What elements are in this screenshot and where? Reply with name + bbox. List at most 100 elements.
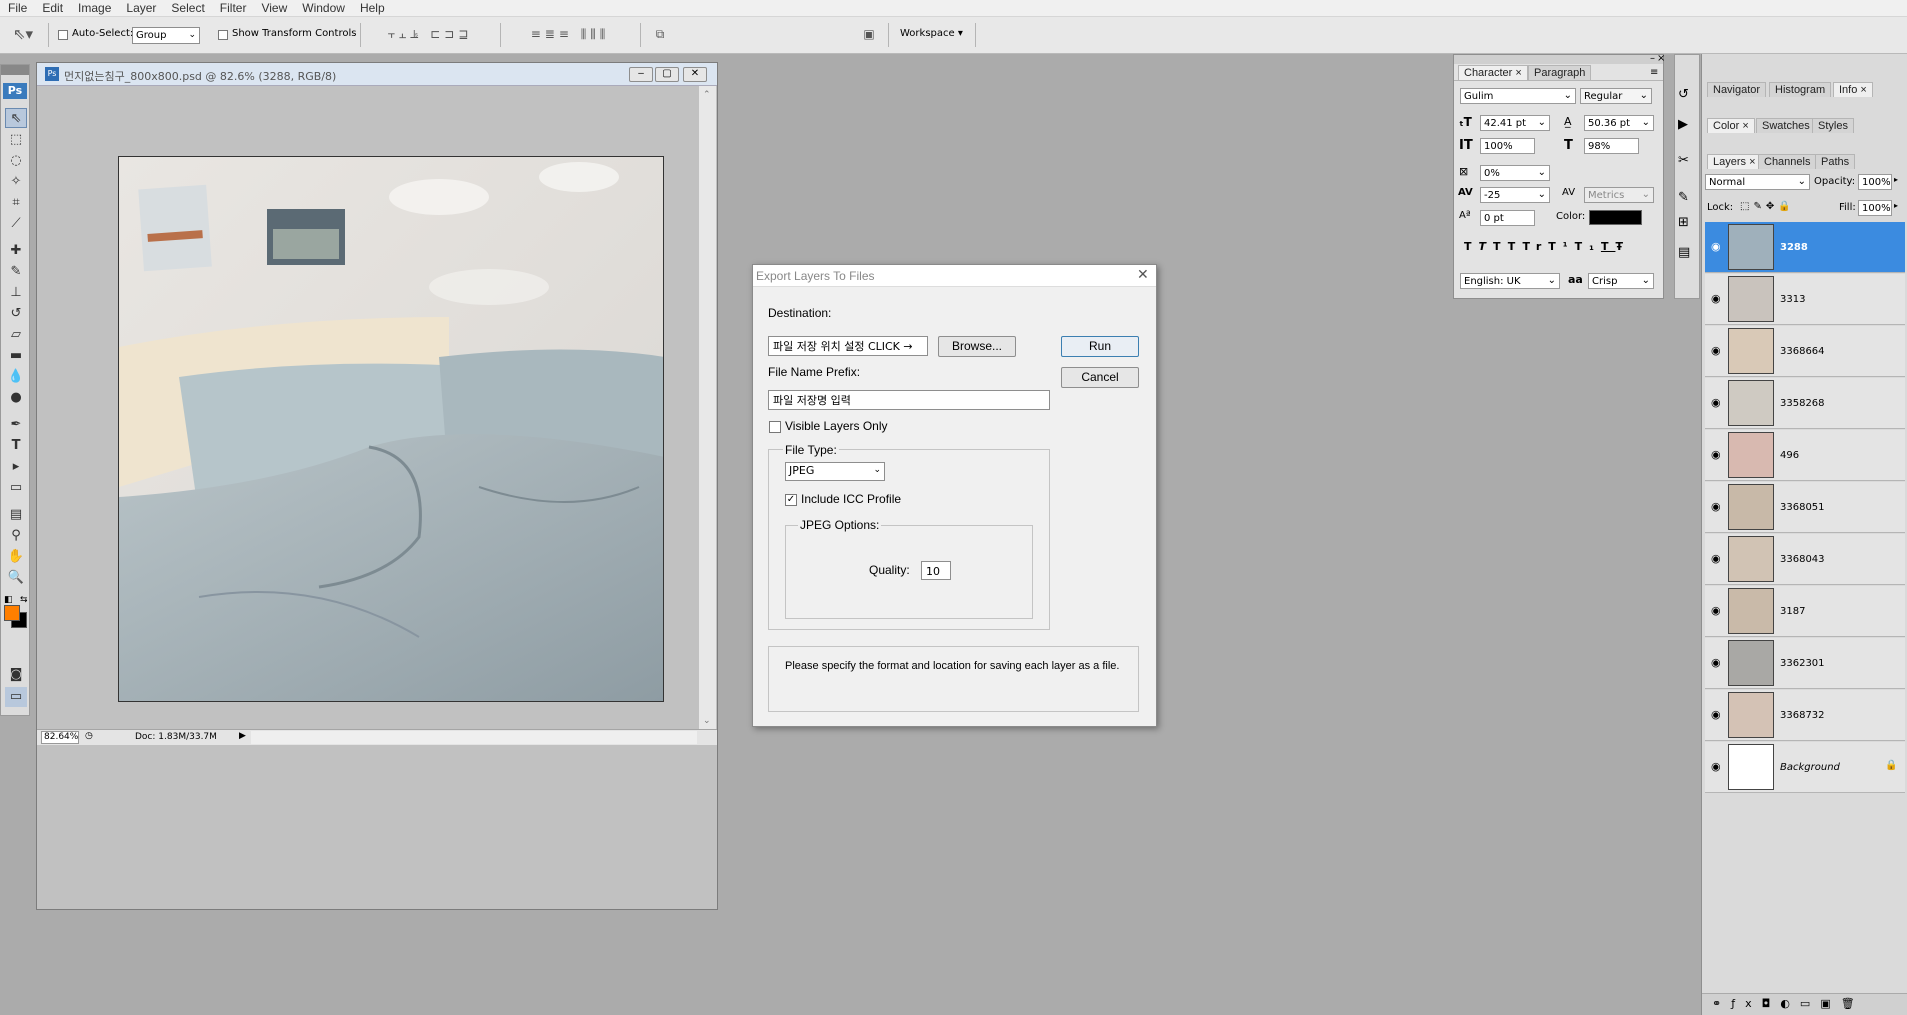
eye-icon[interactable]: ◉	[1711, 760, 1721, 773]
eye-icon[interactable]: ◉	[1711, 448, 1721, 461]
workspace-button[interactable]: Workspace ▾	[900, 28, 963, 39]
layer-row[interactable]: ◉ 3187	[1705, 586, 1905, 637]
menu-layer[interactable]: Layer	[118, 0, 163, 16]
eye-icon[interactable]: ◉	[1711, 604, 1721, 617]
magic-wand-icon[interactable]: ✧	[5, 172, 27, 192]
kerning-field[interactable]: -25 ⌄	[1480, 187, 1550, 203]
bridge-icon[interactable]: ▣	[858, 27, 880, 41]
subscript-button[interactable]: T₁	[1575, 240, 1601, 253]
font-size-field[interactable]: 42.41 pt ⌄	[1480, 115, 1550, 131]
faux-italic-button[interactable]: T	[1479, 240, 1494, 253]
pen-tool-icon[interactable]: ✒	[5, 415, 27, 435]
slice-tool-icon[interactable]: ⟋	[5, 214, 27, 234]
layer-mask-icon[interactable]: ◘	[1762, 997, 1781, 1010]
shape-tool-icon[interactable]: ▭	[5, 478, 27, 498]
tab-paragraph[interactable]: Paragraph	[1528, 65, 1592, 80]
new-layer-icon[interactable]: ▣	[1820, 997, 1840, 1010]
icc-checkbox[interactable]: ✓	[785, 494, 797, 506]
tool-presets-icon[interactable]: ✂	[1678, 153, 1689, 168]
minimize-button[interactable]: –	[629, 67, 653, 82]
default-colors-icon[interactable]: ◧	[4, 595, 13, 605]
move-tool-icon[interactable]: ⇖	[5, 108, 27, 128]
eye-icon[interactable]: ◉	[1711, 656, 1721, 669]
layer-row[interactable]: ◉ 3368664	[1705, 326, 1905, 377]
strikethrough-button[interactable]: Ŧ	[1615, 240, 1630, 253]
visible-only-checkbox[interactable]	[769, 421, 781, 433]
swap-colors-icon[interactable]: ⇆	[20, 595, 28, 605]
layer-style-icon[interactable]: ƒx	[1731, 997, 1761, 1010]
opacity-field[interactable]: 100%	[1858, 174, 1892, 190]
history-panel-icon[interactable]: ↺	[1678, 87, 1689, 102]
menu-view[interactable]: View	[253, 0, 294, 16]
layer-row[interactable]: ◉ 3362301	[1705, 638, 1905, 689]
layer-comps-icon[interactable]: ▤	[1678, 245, 1690, 260]
canvas-image[interactable]	[118, 156, 664, 702]
fill-field[interactable]: 100%	[1858, 200, 1892, 216]
run-button[interactable]: Run	[1061, 336, 1139, 357]
leading-field[interactable]: 50.36 pt ⌄	[1584, 115, 1654, 131]
fill-slider-arrow-icon[interactable]: ▸	[1894, 201, 1898, 210]
distribute-buttons-icon[interactable]: ≡≣≡ ⫼⫼⫼	[510, 27, 630, 42]
font-style-select[interactable]: Regular ⌄	[1580, 88, 1652, 104]
crop-tool-icon[interactable]: ⌗	[5, 193, 27, 213]
lock-icons[interactable]: ⬚✎✥🔒	[1740, 201, 1795, 212]
tab-styles[interactable]: Styles	[1812, 118, 1854, 133]
delete-layer-icon[interactable]: 🗑	[1841, 997, 1865, 1010]
scroll-up-icon[interactable]: ⌃	[703, 90, 711, 100]
prefix-input[interactable]: 파일 저장명 입력	[768, 390, 1050, 410]
close-button[interactable]: ✕	[683, 67, 707, 82]
layer-row[interactable]: ◉ 3368051	[1705, 482, 1905, 533]
eye-icon[interactable]: ◉	[1711, 344, 1721, 357]
show-transform-checkbox[interactable]	[218, 30, 228, 40]
underline-button[interactable]: T	[1601, 240, 1616, 253]
horizontal-scale-field[interactable]: 98%	[1584, 138, 1639, 154]
layer-row[interactable]: ◉ 3358268	[1705, 378, 1905, 429]
link-layers-icon[interactable]: ⚭	[1712, 997, 1731, 1010]
blend-mode-select[interactable]: Normal ⌄	[1705, 174, 1810, 190]
eye-icon[interactable]: ◉	[1711, 552, 1721, 565]
adjustment-layer-icon[interactable]: ◐	[1780, 997, 1800, 1010]
faux-bold-button[interactable]: T	[1464, 240, 1479, 253]
panel-minimize-icon[interactable]: –	[1650, 53, 1655, 64]
tsume-field[interactable]: 0% ⌄	[1480, 165, 1550, 181]
menu-image[interactable]: Image	[70, 0, 118, 16]
foreground-color-swatch[interactable]	[4, 605, 20, 621]
tab-channels[interactable]: Channels	[1758, 154, 1817, 169]
clone-source-icon[interactable]: ⊞	[1678, 215, 1689, 230]
tab-paths[interactable]: Paths	[1815, 154, 1856, 169]
lasso-tool-icon[interactable]: ◌	[5, 151, 27, 171]
toolbox-grip[interactable]	[1, 65, 29, 75]
browse-button[interactable]: Browse...	[938, 336, 1016, 357]
zoom-tool-icon[interactable]: 🔍	[5, 568, 27, 588]
eye-icon[interactable]: ◉	[1711, 500, 1721, 513]
path-select-icon[interactable]: ▸	[5, 457, 27, 477]
panel-grip[interactable]	[1454, 55, 1663, 64]
destination-input[interactable]: 파일 저장 위치 설정 CLICK →	[768, 336, 928, 356]
file-type-select[interactable]: JPEG ⌄	[785, 462, 885, 481]
font-family-select[interactable]: Gulim ⌄	[1460, 88, 1576, 104]
small-caps-button[interactable]: Tr	[1523, 240, 1549, 253]
zoom-field[interactable]: 82.64%	[41, 731, 79, 744]
menu-select[interactable]: Select	[163, 0, 211, 16]
language-select[interactable]: English: UK ⌄	[1460, 273, 1560, 289]
status-menu-arrow-icon[interactable]: ▶	[239, 731, 246, 741]
horizontal-scrollbar[interactable]	[251, 731, 697, 744]
tab-character[interactable]: Character ×	[1458, 65, 1528, 80]
align-buttons-icon[interactable]: ⫟⫠⫡ ⊏⊐⊒	[370, 27, 490, 42]
tab-layers[interactable]: Layers ×	[1707, 154, 1762, 169]
vertical-scrollbar[interactable]: ⌃ ⌄	[699, 86, 716, 732]
text-color-swatch[interactable]	[1589, 210, 1642, 225]
eye-icon[interactable]: ◉	[1711, 292, 1721, 305]
dialog-close-icon[interactable]: ✕	[1137, 267, 1149, 283]
move-tool-preset-icon[interactable]: ⇖▾	[8, 25, 38, 43]
tab-navigator[interactable]: Navigator	[1707, 82, 1767, 97]
layer-row[interactable]: ◉ 3368043	[1705, 534, 1905, 585]
tab-histogram[interactable]: Histogram	[1769, 82, 1832, 97]
eye-icon[interactable]: ◉	[1711, 708, 1721, 721]
panel-menu-icon[interactable]: ≡	[1650, 67, 1658, 78]
eye-icon[interactable]: ◉	[1711, 396, 1721, 409]
cancel-button[interactable]: Cancel	[1061, 367, 1139, 388]
text-style-buttons[interactable]: TTTTTrT¹T₁TŦ	[1464, 240, 1630, 253]
menu-edit[interactable]: Edit	[34, 0, 70, 16]
panel-close-icon[interactable]: ×	[1657, 53, 1665, 64]
